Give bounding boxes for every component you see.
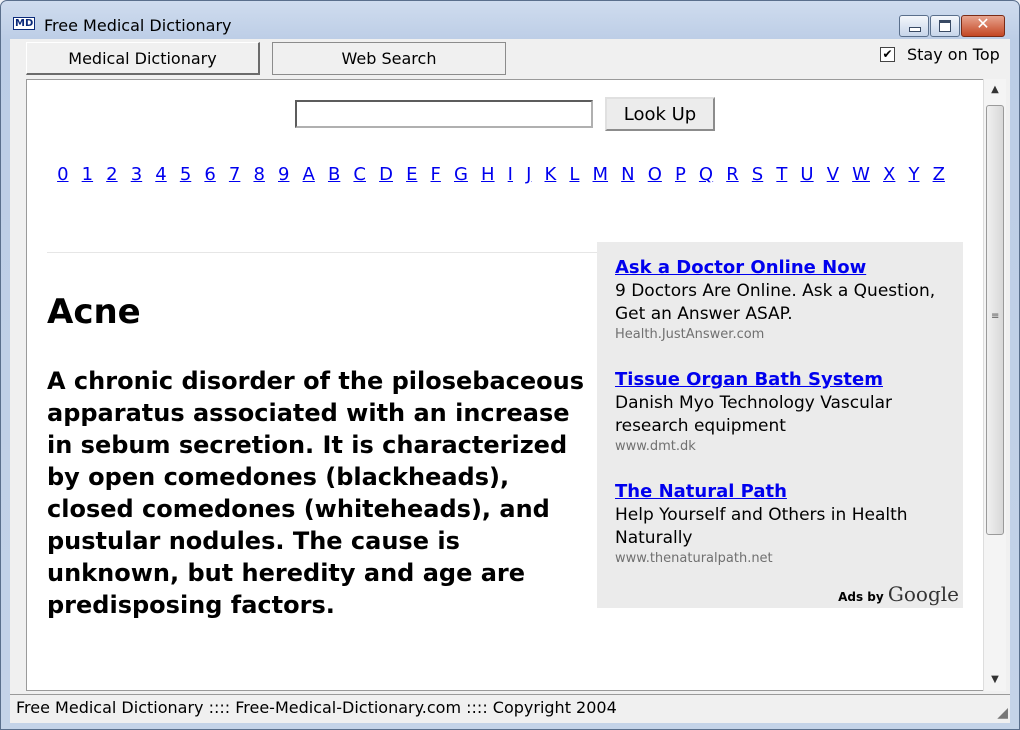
ads-by-google-link[interactable]: Ads by Google bbox=[838, 582, 959, 606]
app-icon: MD bbox=[13, 17, 36, 30]
google-logo: Google bbox=[887, 582, 959, 606]
vertical-scrollbar[interactable]: ▲ ≡ ▼ bbox=[983, 79, 1006, 691]
client-area: Medical Dictionary Web Search ✔ Stay on … bbox=[10, 39, 1010, 723]
ad-title-link[interactable]: Ask a Doctor Online Now bbox=[615, 256, 955, 280]
index-link-f[interactable]: F bbox=[431, 164, 441, 185]
search-input[interactable] bbox=[295, 100, 593, 128]
index-link-2[interactable]: 2 bbox=[106, 164, 117, 185]
index-link-v[interactable]: V bbox=[827, 164, 839, 185]
index-link-a[interactable]: A bbox=[303, 164, 315, 185]
ads-panel: Ask a Doctor Online Now 9 Doctors Are On… bbox=[597, 242, 963, 608]
index-link-7[interactable]: 7 bbox=[229, 164, 240, 185]
index-link-8[interactable]: 8 bbox=[253, 164, 264, 185]
ad-description: Danish Myo Technology Vascular research … bbox=[615, 393, 893, 436]
ad-description: Help Yourself and Others in Health Natur… bbox=[615, 505, 908, 548]
index-link-i[interactable]: I bbox=[508, 164, 513, 185]
maximize-icon bbox=[939, 20, 951, 32]
ad-title-link[interactable]: Tissue Organ Bath System bbox=[615, 368, 955, 392]
resize-grip-icon[interactable]: ◢ bbox=[997, 705, 1008, 721]
stay-on-top-checkbox[interactable]: ✔ Stay on Top bbox=[880, 45, 1000, 64]
index-link-g[interactable]: G bbox=[454, 164, 468, 185]
index-link-3[interactable]: 3 bbox=[131, 164, 142, 185]
index-link-t[interactable]: T bbox=[776, 164, 787, 185]
index-link-6[interactable]: 6 bbox=[204, 164, 215, 185]
maximize-button[interactable] bbox=[930, 15, 960, 37]
divider bbox=[47, 252, 597, 253]
index-link-z[interactable]: Z bbox=[933, 164, 945, 185]
index-link-1[interactable]: 1 bbox=[82, 164, 93, 185]
window-title: Free Medical Dictionary bbox=[44, 16, 232, 35]
index-link-b[interactable]: B bbox=[328, 164, 340, 185]
index-link-p[interactable]: P bbox=[675, 164, 686, 185]
index-link-x[interactable]: X bbox=[883, 164, 895, 185]
index-link-m[interactable]: M bbox=[593, 164, 609, 185]
scrollbar-thumb[interactable]: ≡ bbox=[986, 105, 1004, 535]
ad-item: The Natural Path Help Yourself and Other… bbox=[615, 480, 955, 568]
minimize-button[interactable] bbox=[899, 15, 929, 37]
ad-item: Tissue Organ Bath System Danish Myo Tech… bbox=[615, 368, 955, 456]
alphabet-index: 0 1 2 3 4 5 6 7 8 9 A B C D E F G H I J … bbox=[47, 163, 955, 187]
dictionary-pane: Look Up 0 1 2 3 4 5 6 7 8 9 A B C D E F … bbox=[26, 79, 984, 691]
index-link-d[interactable]: D bbox=[379, 164, 393, 185]
minimize-icon bbox=[909, 27, 921, 32]
checkbox-check-icon[interactable]: ✔ bbox=[880, 47, 895, 62]
index-link-5[interactable]: 5 bbox=[180, 164, 191, 185]
ad-item: Ask a Doctor Online Now 9 Doctors Are On… bbox=[615, 256, 955, 344]
tab-medical-dictionary[interactable]: Medical Dictionary bbox=[26, 42, 260, 75]
index-link-n[interactable]: N bbox=[621, 164, 634, 185]
application-window: MD Free Medical Dictionary ✕ Medical Dic… bbox=[0, 0, 1020, 730]
scroll-down-arrow-icon[interactable]: ▼ bbox=[984, 669, 1006, 691]
ad-title-link[interactable]: The Natural Path bbox=[615, 480, 955, 504]
look-up-button[interactable]: Look Up bbox=[605, 97, 715, 131]
index-link-0[interactable]: 0 bbox=[57, 164, 68, 185]
index-link-q[interactable]: Q bbox=[699, 164, 713, 185]
ads-by-label: Ads by bbox=[838, 590, 884, 604]
status-bar: Free Medical Dictionary :::: Free-Medica… bbox=[10, 694, 1010, 720]
index-link-4[interactable]: 4 bbox=[155, 164, 166, 185]
index-link-e[interactable]: E bbox=[406, 164, 417, 185]
ad-url[interactable]: www.thenaturalpath.net bbox=[615, 550, 955, 568]
entry-term: Acne bbox=[47, 292, 141, 332]
index-link-o[interactable]: O bbox=[648, 164, 662, 185]
ad-description: 9 Doctors Are Online. Ask a Question, Ge… bbox=[615, 281, 936, 324]
index-link-j[interactable]: J bbox=[526, 164, 531, 185]
grip-icon: ≡ bbox=[991, 311, 1000, 322]
stay-on-top-label: Stay on Top bbox=[907, 45, 1000, 64]
index-link-k[interactable]: K bbox=[544, 164, 556, 185]
entry-definition: A chronic disorder of the pilosebaceous … bbox=[47, 367, 585, 619]
index-link-w[interactable]: W bbox=[852, 164, 870, 185]
scroll-up-arrow-icon[interactable]: ▲ bbox=[984, 79, 1006, 101]
window-controls: ✕ bbox=[898, 14, 1005, 37]
tab-web-search[interactable]: Web Search bbox=[272, 42, 506, 75]
index-link-u[interactable]: U bbox=[800, 164, 813, 185]
ad-url[interactable]: www.dmt.dk bbox=[615, 438, 955, 456]
index-link-s[interactable]: S bbox=[752, 164, 763, 185]
close-icon: ✕ bbox=[976, 14, 990, 33]
index-link-h[interactable]: H bbox=[481, 164, 495, 185]
title-bar[interactable]: MD Free Medical Dictionary ✕ bbox=[1, 1, 1019, 39]
ad-url[interactable]: Health.JustAnswer.com bbox=[615, 326, 955, 344]
index-link-l[interactable]: L bbox=[569, 164, 579, 185]
index-link-y[interactable]: Y bbox=[908, 164, 919, 185]
index-link-c[interactable]: C bbox=[353, 164, 366, 185]
index-link-9[interactable]: 9 bbox=[278, 164, 289, 185]
index-link-r[interactable]: R bbox=[726, 164, 739, 185]
close-button[interactable]: ✕ bbox=[961, 14, 1005, 37]
